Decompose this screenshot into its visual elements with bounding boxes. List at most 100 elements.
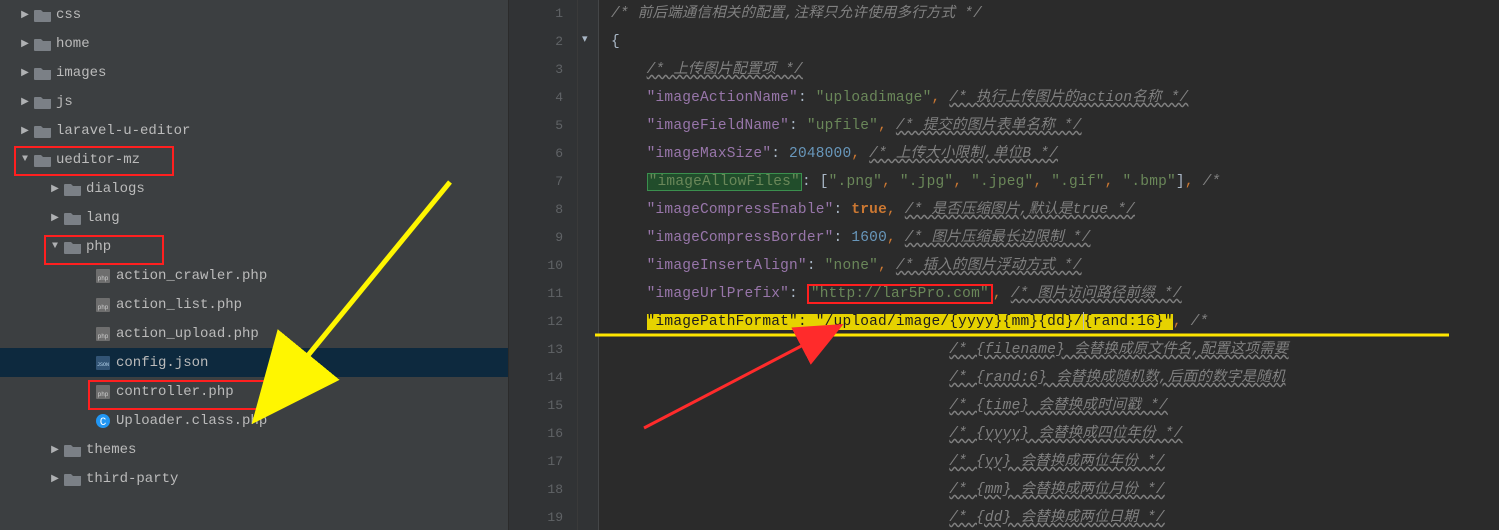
- tree-folder[interactable]: ▼ php: [0, 232, 508, 261]
- line-number: 3: [509, 56, 563, 84]
- code-token: :: [834, 202, 852, 218]
- code-token: ,: [953, 174, 971, 190]
- tree-file[interactable]: ▶JSONconfig.json: [0, 348, 508, 377]
- tree-file[interactable]: ▶phpaction_upload.php: [0, 319, 508, 348]
- tree-folder[interactable]: ▶home: [0, 29, 508, 58]
- code-token: [: [820, 174, 829, 190]
- tree-item-label: php: [86, 239, 111, 255]
- line-number: 16: [509, 420, 563, 448]
- line-number: 9: [509, 224, 563, 252]
- chevron-right-icon[interactable]: ▶: [48, 212, 62, 224]
- chevron-right-icon[interactable]: ▶: [48, 183, 62, 195]
- line-gutter: 12345678910111213141516171819: [509, 0, 578, 530]
- tree-file[interactable]: ▶phpaction_list.php: [0, 290, 508, 319]
- tree-folder[interactable]: ▶css: [0, 0, 508, 29]
- line-number: 17: [509, 448, 563, 476]
- fold-marker[interactable]: ▾: [582, 32, 588, 46]
- code-token: :: [834, 230, 852, 246]
- tree-item-label: lang: [86, 210, 120, 226]
- code-line: "imageActionName": "uploadimage", /* 执行上…: [611, 84, 1499, 112]
- code-token: /* 前后端通信相关的配置,注释只允许使用多行方式 */: [611, 6, 982, 22]
- code-line: /* {rand:6} 会替换成随机数,后面的数字是随机: [611, 364, 1499, 392]
- tree-file[interactable]: ▶CUploader.class.php: [0, 406, 508, 435]
- code-token: "imageInsertAlign": [647, 258, 807, 274]
- code-token: "imageMaxSize": [647, 146, 772, 162]
- tree-folder[interactable]: ▶themes: [0, 435, 508, 464]
- tree-file[interactable]: ▶phpcontroller.php: [0, 377, 508, 406]
- code-area[interactable]: /* 前后端通信相关的配置,注释只允许使用多行方式 */ { /* 上传图片配置项…: [599, 0, 1499, 530]
- line-number: 5: [509, 112, 563, 140]
- tree-folder[interactable]: ▶ laravel-u-editor: [0, 116, 508, 145]
- chevron-down-icon[interactable]: ▼: [18, 154, 32, 165]
- chevron-down-icon[interactable]: ▼: [48, 241, 62, 252]
- tree-item-label: config.json: [116, 355, 208, 371]
- tree-folder[interactable]: ▶images: [0, 58, 508, 87]
- code-token: :: [771, 146, 789, 162]
- code-token: ,: [887, 202, 896, 218]
- code-token: :: [789, 118, 807, 134]
- code-token: /* 上传图片配置项 */: [647, 62, 803, 78]
- php-icon: php: [94, 383, 112, 401]
- code-token: 2048000: [789, 146, 851, 162]
- code-token: /* 图片压缩最长边限制 */: [905, 230, 1091, 246]
- chevron-right-icon[interactable]: ▶: [48, 444, 62, 456]
- code-line: "imageCompressEnable": true, /* 是否压缩图片,默…: [611, 196, 1499, 224]
- folder-icon: [64, 180, 82, 198]
- code-token: ".jpg": [900, 174, 953, 190]
- code-token: /* 执行上传图片的action名称 */: [949, 90, 1188, 106]
- folder-icon: [34, 35, 52, 53]
- code-token: "imagePathFormat": [647, 314, 798, 330]
- code-token: ".png": [829, 174, 882, 190]
- code-token: /* {time} 会替换成时间戳 */: [949, 398, 1168, 414]
- svg-text:php: php: [98, 304, 109, 311]
- php-icon: php: [94, 267, 112, 285]
- chevron-right-icon[interactable]: ▶: [48, 473, 62, 485]
- line-number: 14: [509, 364, 563, 392]
- code-token: ,: [993, 286, 1002, 302]
- folder-icon: [64, 441, 82, 459]
- code-token: "/upload/image/{yyyy}{mm}{dd}/: [816, 314, 1083, 330]
- line-number: 10: [509, 252, 563, 280]
- chevron-right-icon[interactable]: ▶: [18, 9, 32, 21]
- code-token: /* {yy} 会替换成两位年份 */: [949, 454, 1165, 470]
- line-number: 13: [509, 336, 563, 364]
- tree-item-label: laravel-u-editor: [56, 123, 190, 139]
- code-token: ".bmp": [1122, 174, 1175, 190]
- code-token: "upfile": [807, 118, 878, 134]
- code-line: "imageAllowFiles": [".png", ".jpg", ".jp…: [611, 168, 1499, 196]
- tree-item-label: dialogs: [86, 181, 145, 197]
- code-token: /* 是否压缩图片,默认是true */: [905, 202, 1135, 218]
- code-token: "imageActionName": [647, 90, 798, 106]
- chevron-right-icon[interactable]: ▶: [18, 67, 32, 79]
- tree-folder[interactable]: ▼ueditor-mz: [0, 145, 508, 174]
- tree-folder[interactable]: ▶js: [0, 87, 508, 116]
- folder-icon: [64, 238, 82, 256]
- code-token: :: [798, 314, 816, 330]
- code-token: "uploadimage": [816, 90, 932, 106]
- code-token: {: [611, 34, 620, 50]
- code-token: :: [789, 286, 807, 302]
- svg-text:php: php: [98, 391, 109, 398]
- line-number: 19: [509, 504, 563, 530]
- code-token: ]: [1176, 174, 1185, 190]
- chevron-right-icon[interactable]: ▶: [18, 125, 32, 137]
- code-token: /* 图片访问路径前缀 */: [1011, 286, 1182, 302]
- code-token: /* 上传大小限制,单位B */: [869, 146, 1058, 162]
- line-number: 18: [509, 476, 563, 504]
- folder-icon: [34, 122, 52, 140]
- tree-folder[interactable]: ▶ dialogs: [0, 174, 508, 203]
- tree-file[interactable]: ▶phpaction_crawler.php: [0, 261, 508, 290]
- chevron-right-icon[interactable]: ▶: [18, 96, 32, 108]
- tree-folder[interactable]: ▶ lang: [0, 203, 508, 232]
- tree-folder[interactable]: ▶third-party: [0, 464, 508, 493]
- code-line: {: [611, 28, 1499, 56]
- chevron-right-icon[interactable]: ▶: [18, 38, 32, 50]
- code-token: ,: [1033, 174, 1051, 190]
- code-token: {rand:16}": [1084, 314, 1173, 330]
- tree-item-label: action_list.php: [116, 297, 242, 313]
- code-line: "imageFieldName": "upfile", /* 提交的图片表单名称…: [611, 112, 1499, 140]
- code-line: /* {filename} 会替换成原文件名,配置这项需要: [611, 336, 1499, 364]
- code-line: /* {dd} 会替换成两位日期 */: [611, 504, 1499, 530]
- project-tree: ▶css▶home▶images▶js▶laravel-u-editor▼ued…: [0, 0, 509, 530]
- php-icon: php: [94, 296, 112, 314]
